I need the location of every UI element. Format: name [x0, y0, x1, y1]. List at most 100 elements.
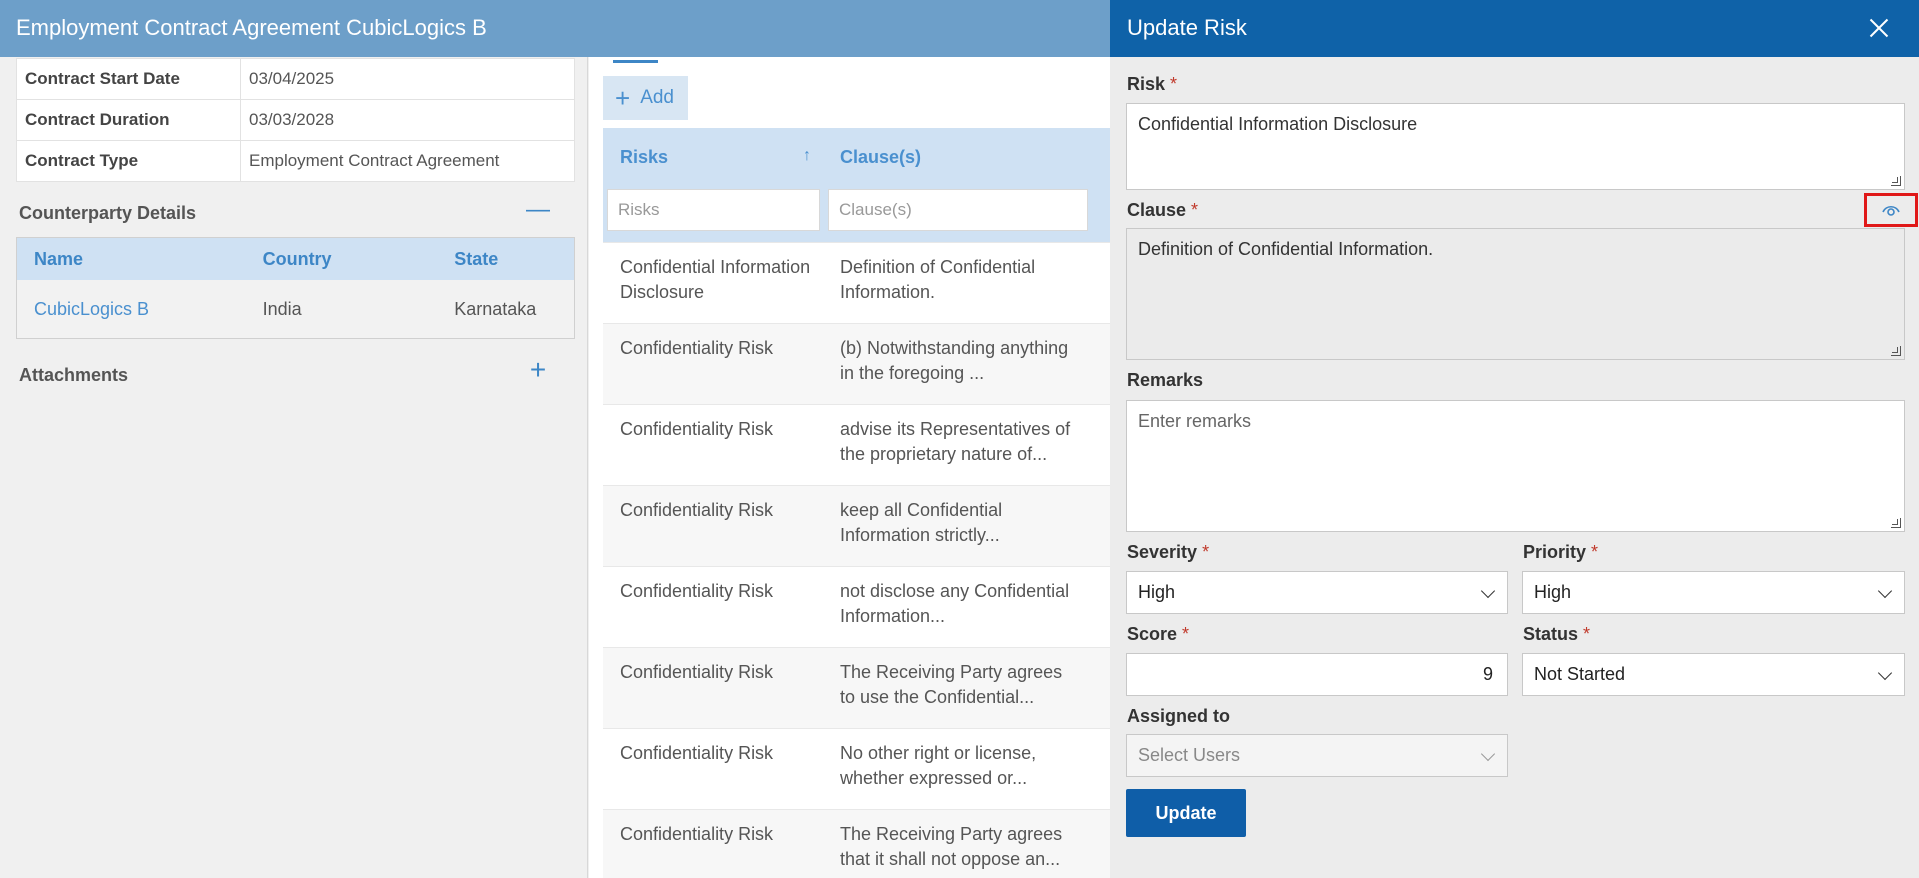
remarks-placeholder: Enter remarks: [1138, 411, 1252, 431]
clause-textarea[interactable]: Definition of Confidential Information.: [1126, 228, 1905, 360]
page-title: Employment Contract Agreement CubicLogic…: [16, 15, 487, 40]
risk-cell: Confidentiality Risk: [620, 743, 774, 763]
contract-type-value: Employment Contract Agreement: [240, 140, 575, 182]
table-row[interactable]: Confidentiality Risk not disclose any Co…: [603, 566, 1110, 647]
contract-start-date-value: 03/04/2025: [240, 58, 575, 100]
view-clause-button[interactable]: [1864, 193, 1918, 227]
clause-cell: keep all Confidential Information strict…: [840, 500, 1003, 545]
risks-grid-panel: + Add Risks ↑ Clause(s) Risks Clause(s) …: [589, 57, 1110, 878]
column-header-risks[interactable]: Risks: [620, 147, 668, 168]
chevron-down-icon: [1877, 665, 1893, 681]
status-label: Status *: [1523, 624, 1590, 645]
clause-value: Definition of Confidential Information.: [1138, 239, 1434, 259]
risk-cell: Confidentiality Risk: [620, 500, 774, 520]
chevron-down-icon: [1480, 583, 1496, 599]
counterparty-table: Name Country State CubicLogics B India K…: [16, 237, 575, 339]
column-header-clauses[interactable]: Clause(s): [840, 147, 921, 168]
assigned-to-select[interactable]: Select Users: [1126, 734, 1508, 777]
clause-cell: The Receiving Party agrees to use the Co…: [840, 662, 1063, 707]
priority-select[interactable]: High: [1522, 571, 1905, 614]
required-marker: *: [1591, 542, 1599, 562]
counterparty-state: Karnataka: [454, 298, 537, 319]
severity-select[interactable]: High: [1126, 571, 1508, 614]
remarks-textarea[interactable]: Enter remarks: [1126, 400, 1905, 532]
assigned-to-label: Assigned to: [1127, 706, 1231, 726]
plus-icon: +: [529, 354, 547, 385]
resize-handle-icon[interactable]: [1891, 176, 1901, 186]
chevron-down-icon: [1480, 746, 1496, 762]
clause-cell: The Receiving Party agrees that it shall…: [840, 824, 1063, 869]
assigned-to-placeholder: Select Users: [1138, 745, 1241, 765]
add-attachment-button[interactable]: +: [526, 356, 550, 384]
collapse-counterparty-button[interactable]: —: [526, 196, 550, 223]
risk-cell: Confidential Information Disclosure: [620, 257, 811, 302]
column-header-state[interactable]: State: [437, 249, 574, 270]
risk-label-text: Risk: [1127, 74, 1166, 94]
clause-cell: No other right or license, whether expre…: [840, 743, 1037, 788]
dialog-title: Update Risk: [1127, 15, 1247, 40]
priority-label-text: Priority: [1523, 542, 1587, 562]
risk-cell: Confidentiality Risk: [620, 338, 774, 358]
contract-duration-label: Contract Duration: [16, 99, 241, 141]
required-marker: *: [1191, 200, 1199, 220]
clauses-filter-input[interactable]: Clause(s): [828, 189, 1088, 231]
risks-grid-body: Confidential Information Disclosure Defi…: [603, 242, 1110, 878]
clause-label-text: Clause: [1127, 200, 1187, 220]
table-row[interactable]: Confidential Information Disclosure Defi…: [603, 242, 1110, 323]
risk-label: Risk *: [1127, 74, 1177, 95]
risks-grid-header: Risks ↑ Clause(s) Risks Clause(s): [603, 128, 1110, 242]
active-tab-indicator: [613, 60, 658, 63]
risks-filter-input[interactable]: Risks: [607, 189, 820, 231]
contract-duration-value: 03/03/2028: [240, 99, 575, 141]
severity-label-text: Severity: [1127, 542, 1198, 562]
priority-label: Priority *: [1523, 542, 1598, 563]
score-input[interactable]: 9: [1126, 653, 1508, 696]
minus-icon: —: [526, 196, 550, 223]
add-risk-button[interactable]: + Add: [603, 76, 688, 120]
risk-textarea[interactable]: Confidential Information Disclosure: [1126, 103, 1905, 190]
contract-info-row: Contract Type Employment Contract Agreem…: [16, 140, 575, 182]
chevron-down-icon: [1877, 583, 1893, 599]
column-header-name[interactable]: Name: [17, 249, 246, 270]
risk-value: Confidential Information Disclosure: [1138, 114, 1418, 134]
counterparty-details-title: Counterparty Details: [19, 203, 197, 223]
contract-info-table: Contract Start Date 03/04/2025 Contract …: [16, 58, 575, 182]
clause-cell: not disclose any Confidential Informatio…: [840, 581, 1070, 626]
update-button[interactable]: Update: [1126, 789, 1246, 837]
status-value: Not Started: [1534, 664, 1626, 684]
table-row: CubicLogics B India Karnataka: [17, 280, 574, 338]
counterparty-table-header: Name Country State: [17, 238, 574, 280]
plus-icon: +: [615, 83, 631, 113]
status-label-text: Status: [1523, 624, 1579, 644]
severity-label: Severity *: [1127, 542, 1209, 563]
table-row[interactable]: Confidentiality Risk (b) Notwithstanding…: [603, 323, 1110, 404]
clause-cell: advise its Representatives of the propri…: [840, 419, 1071, 464]
table-row[interactable]: Confidentiality Risk keep all Confidenti…: [603, 485, 1110, 566]
table-row[interactable]: Confidentiality Risk The Receiving Party…: [603, 647, 1110, 728]
table-row[interactable]: Confidentiality Risk No other right or l…: [603, 728, 1110, 809]
counterparty-name-link[interactable]: CubicLogics B: [17, 299, 246, 320]
resize-handle-icon[interactable]: [1891, 518, 1901, 528]
required-marker: *: [1182, 624, 1190, 644]
risk-cell: Confidentiality Risk: [620, 662, 774, 682]
risk-cell: Confidentiality Risk: [620, 824, 774, 844]
eye-icon: [1882, 205, 1900, 216]
contract-info-row: Contract Start Date 03/04/2025: [16, 58, 575, 100]
close-icon[interactable]: [1867, 16, 1891, 40]
clause-cell: (b) Notwithstanding anything in the fore…: [840, 338, 1069, 383]
table-row[interactable]: Confidentiality Risk The Receiving Party…: [603, 809, 1110, 878]
arrow-up-icon[interactable]: ↑: [803, 147, 811, 165]
remarks-label: Remarks: [1127, 370, 1204, 390]
counterparty-country: India: [262, 298, 302, 319]
app-header: Employment Contract Agreement CubicLogic…: [0, 0, 1110, 57]
priority-value: High: [1534, 582, 1572, 602]
status-select[interactable]: Not Started: [1522, 653, 1905, 696]
risk-cell: Confidentiality Risk: [620, 581, 774, 601]
table-row[interactable]: Confidentiality Risk advise its Represen…: [603, 404, 1110, 485]
score-label-text: Score: [1127, 624, 1178, 644]
resize-handle-icon[interactable]: [1891, 346, 1901, 356]
severity-value: High: [1138, 582, 1176, 602]
column-header-country[interactable]: Country: [246, 249, 438, 270]
risk-cell: Confidentiality Risk: [620, 419, 774, 439]
dialog-header: Update Risk: [1110, 0, 1919, 57]
